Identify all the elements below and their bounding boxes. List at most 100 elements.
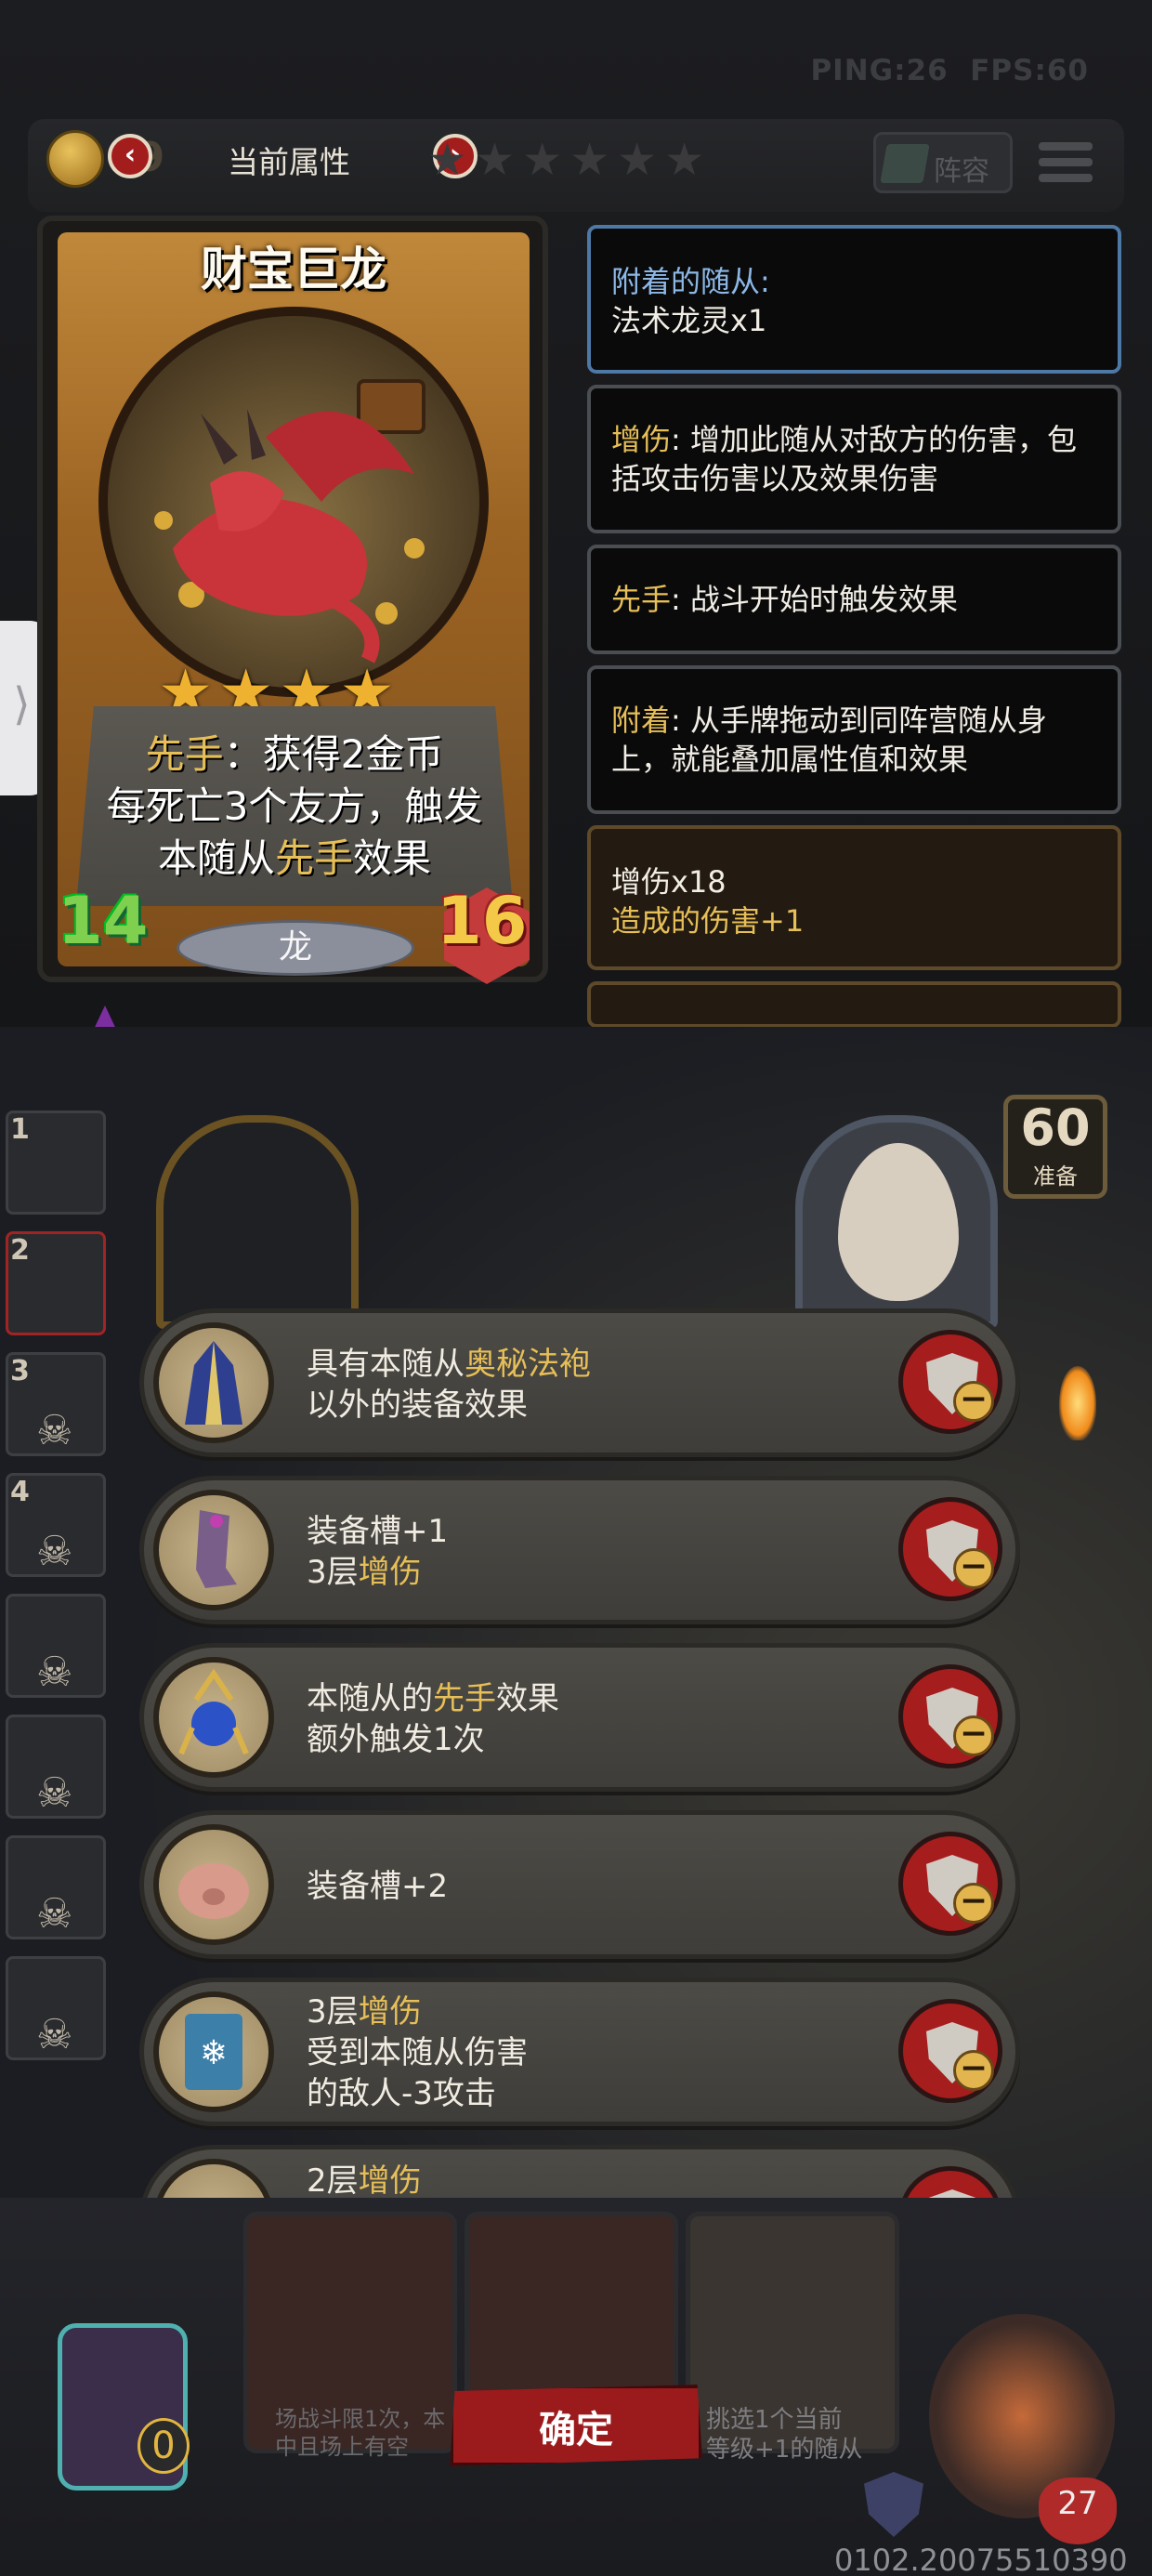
- text: 3层: [307, 1554, 359, 1591]
- lineup-label: 阵容: [934, 155, 989, 188]
- text: 本随从的: [307, 1680, 433, 1717]
- remove-equipment-button[interactable]: −: [898, 1664, 1002, 1768]
- star-icon: ★: [522, 134, 563, 186]
- network-stats: PING:26 FPS:60: [810, 54, 1089, 87]
- text: 装备槽+1: [307, 1513, 449, 1550]
- book-icon: [880, 144, 930, 183]
- minus-icon: −: [953, 1548, 994, 1589]
- text: 挑选1个当前: [706, 2406, 843, 2434]
- fps-text: FPS:60: [970, 54, 1089, 87]
- horn-icon: [153, 2159, 274, 2198]
- spellbook-icon: ❄: [153, 1991, 274, 2112]
- equipment-list[interactable]: 具有本随从奥秘法袍 以外的装备效果 − 装备槽+1 3层增伤 − 本随从的先手效果额…: [0, 1301, 1152, 2198]
- keyword-box-first-strike: 先手: 战斗开始时触发效果: [587, 545, 1121, 654]
- equipment-item[interactable]: 本随从的先手效果 额外触发1次 −: [139, 1643, 1020, 1792]
- text: 效果: [496, 1680, 559, 1717]
- shop-card-text-left: 场战斗限1次，本 中且场上有空: [275, 2405, 445, 2461]
- player-slot[interactable]: 1: [6, 1111, 106, 1215]
- menu-icon[interactable]: [1039, 138, 1093, 190]
- attached-minions-box: 附着的随从: 法术龙灵x1: [587, 225, 1121, 374]
- pig-icon: [153, 1824, 274, 1945]
- confirm-label[interactable]: 确定: [450, 2399, 702, 2453]
- keyword: 奥秘法袍: [465, 1346, 591, 1383]
- treasure-dragon-art: [98, 307, 489, 697]
- text: 等级+1的随从: [706, 2436, 863, 2464]
- desc-line-3-pre: 本随从: [157, 835, 275, 881]
- text: 2层: [307, 2162, 359, 2198]
- attached-value: 法术龙灵x1: [611, 303, 767, 338]
- star-icon: ★: [569, 134, 610, 186]
- desc-line-1: ：获得2金币: [223, 731, 444, 777]
- desc-line-3-post: 效果: [353, 835, 432, 881]
- current-attributes-title: 当前属性: [228, 144, 350, 180]
- attack-value: 14: [58, 883, 149, 959]
- chevron-right-icon: ⟩: [13, 678, 31, 730]
- gold-coin-icon: [46, 130, 104, 188]
- remove-equipment-button[interactable]: −: [898, 1832, 1002, 1936]
- minus-icon: −: [953, 1715, 994, 1756]
- keyword-desc: : 增加此随从对敌方的伤害，包括攻击伤害以及效果伤害: [611, 422, 1077, 496]
- shield-icon: [926, 2189, 978, 2198]
- equipment-item[interactable]: 具有本随从奥秘法袍 以外的装备效果 −: [139, 1308, 1020, 1457]
- buff-title: 增伤x18: [611, 864, 727, 900]
- remove-equipment-button[interactable]: −: [898, 2166, 1002, 2198]
- keyword-name: 附着: [611, 703, 672, 738]
- keyword-desc: : 战斗开始时触发效果: [671, 582, 958, 617]
- buff-box: 增伤x18 造成的伤害+1: [587, 825, 1121, 970]
- card-description: 先手：获得2金币 每死亡3个友方，触发 本随从先手效果: [76, 706, 513, 906]
- ping-text: PING:26: [810, 54, 949, 87]
- tribe-label: 龙: [177, 920, 414, 976]
- text: 的敌人-3攻击: [307, 2075, 496, 2112]
- buff-desc: 造成的伤害+1: [611, 903, 805, 939]
- card-name: 财宝巨龙: [201, 243, 386, 296]
- star-icon: ★: [617, 134, 658, 186]
- keyword-name: 增伤: [611, 422, 672, 457]
- equipment-item[interactable]: 装备槽+1 3层增伤 −: [139, 1476, 1020, 1624]
- equipment-text: 装备槽+1 3层增伤: [307, 1511, 448, 1593]
- buff-box-next: [587, 981, 1121, 1028]
- slot-number: 1: [10, 1113, 30, 1146]
- remove-equipment-button[interactable]: −: [898, 1999, 1002, 2103]
- text: 额外触发1次: [307, 1721, 485, 1758]
- health-value: 16: [437, 883, 528, 959]
- shadow-dragon-portrait[interactable]: [156, 1115, 359, 1329]
- text: 受到本随从伤害: [307, 2034, 528, 2071]
- desc-line-2: 每死亡3个友方，触发: [106, 783, 483, 829]
- equipment-item[interactable]: 装备槽+2 −: [139, 1810, 1020, 1959]
- equipment-item[interactable]: ❄ 3层增伤 受到本随从伤害 的敌人-3攻击 −: [139, 1978, 1020, 2126]
- minus-icon: −: [953, 1883, 994, 1924]
- version-text: 0102.20075510390: [834, 2543, 1128, 2576]
- keyword: 增伤: [358, 2162, 422, 2198]
- prev-arrow-button[interactable]: ‹: [108, 134, 152, 178]
- hero-health: 27: [1057, 2485, 1098, 2522]
- text: 3层: [307, 1993, 359, 2031]
- keyword: 先手: [433, 1680, 496, 1717]
- lineup-button[interactable]: 阵容: [873, 132, 1013, 193]
- keyword-desc: : 从手牌拖动到同阵营随从身上，就能叠加属性值和效果: [611, 703, 1047, 777]
- text: 装备槽+2: [307, 1868, 449, 1905]
- equipment-text: 3层增伤 受到本随从伤害 的敌人-3攻击: [307, 1991, 528, 2114]
- keyword-name: 先手: [611, 582, 672, 617]
- keyword: 增伤: [358, 1993, 422, 2031]
- remove-equipment-button[interactable]: −: [898, 1330, 1002, 1434]
- attached-label: 附着的随从:: [611, 264, 770, 299]
- keyword-box-damage-boost: 增伤: 增加此随从对敌方的伤害，包括攻击伤害以及效果伤害: [587, 385, 1121, 533]
- equipment-item[interactable]: 2层增伤 −: [139, 2145, 1020, 2198]
- text: 场战斗限1次，本: [275, 2406, 446, 2432]
- keyword-first-strike: 先手: [274, 835, 353, 881]
- tavern-star-rating: ★ ★ ★ ★ ★ ★: [427, 138, 704, 182]
- potion-count: 0: [137, 2418, 190, 2474]
- equipment-text: 本随从的先手效果 额外触发1次: [307, 1678, 559, 1760]
- minus-icon: −: [953, 1381, 994, 1422]
- star-icon: ★: [427, 134, 468, 186]
- text: 以外的装备效果: [307, 1387, 528, 1424]
- orb-icon: [153, 1657, 274, 1778]
- gauntlet-icon: [153, 1490, 274, 1610]
- remove-equipment-button[interactable]: −: [898, 1497, 1002, 1601]
- keyword-box-attach: 附着: 从手牌拖动到同阵营随从身上，就能叠加属性值和效果: [587, 665, 1121, 814]
- keyword-first-strike: 先手: [145, 731, 224, 777]
- robe-icon: [153, 1322, 274, 1443]
- equipment-text: 装备槽+2: [307, 1866, 448, 1907]
- star-icon: ★: [475, 134, 516, 186]
- slot-number: 2: [10, 1234, 30, 1267]
